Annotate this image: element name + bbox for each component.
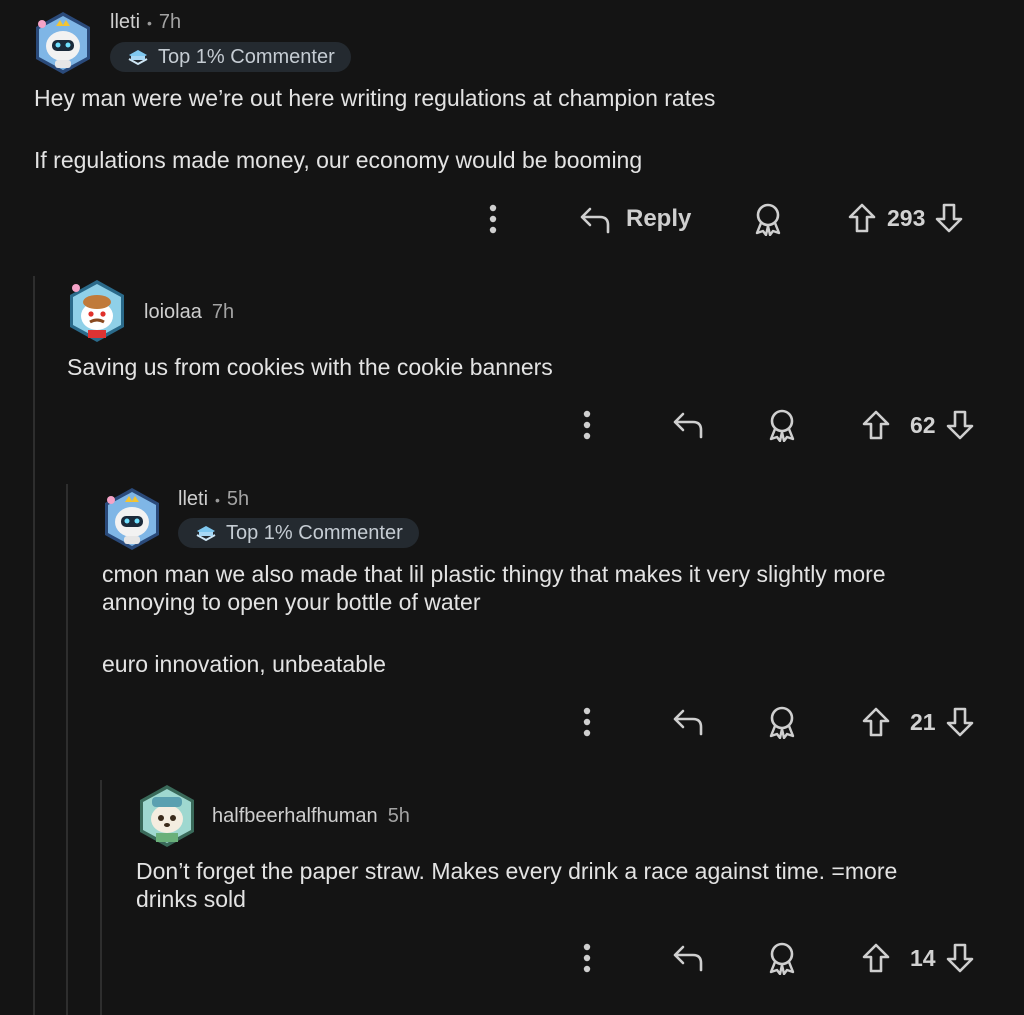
vote-controls: 21	[860, 706, 976, 738]
reply-button[interactable]	[671, 409, 705, 439]
vertical-dots-icon	[583, 943, 591, 973]
comment-body: Don’t forget the paper straw. Makes ever…	[136, 857, 996, 913]
vote-count: 14	[910, 944, 936, 971]
avatar[interactable]	[99, 486, 165, 552]
upvote-arrow-icon[interactable]	[860, 409, 892, 441]
downvote-arrow-icon[interactable]	[944, 706, 976, 738]
author-name[interactable]: lleti	[110, 11, 140, 34]
vote-count: 62	[910, 411, 936, 438]
flair-icon	[196, 526, 216, 542]
comment-paragraph: cmon man we also made that lil plastic t…	[102, 561, 886, 615]
timestamp: 5h	[226, 488, 250, 510]
comment-paragraph: Saving us from cookies with the cookie b…	[67, 354, 553, 380]
author-name[interactable]: lleti	[178, 488, 208, 511]
thread-line-1[interactable]	[33, 276, 35, 1015]
thread-line-3[interactable]	[100, 780, 102, 1015]
comment-body: Saving us from cookies with the cookie b…	[67, 353, 987, 381]
comment-paragraph: If regulations made money, our economy w…	[34, 147, 643, 173]
downvote-arrow-icon[interactable]	[933, 202, 965, 234]
more-options-button[interactable]	[576, 409, 598, 441]
reply-label: Reply	[626, 205, 692, 232]
reply-button[interactable]	[671, 706, 705, 736]
vertical-dots-icon	[583, 707, 591, 737]
user-flair: Top 1% Commenter	[178, 518, 419, 548]
vote-count: 21	[910, 708, 936, 735]
vote-controls: 293	[846, 202, 965, 234]
reply-button[interactable]: Reply	[578, 202, 691, 236]
award-button[interactable]	[766, 408, 798, 442]
thread-line-2[interactable]	[66, 484, 68, 1015]
reply-arrow-icon	[673, 709, 703, 736]
vertical-dots-icon	[583, 410, 591, 440]
avatar[interactable]	[30, 10, 96, 76]
timestamp: 5h	[387, 805, 410, 827]
award-button[interactable]	[752, 202, 784, 236]
comment-meta: loiolaa 7h	[144, 301, 234, 324]
downvote-arrow-icon[interactable]	[944, 409, 976, 441]
award-button[interactable]	[766, 705, 798, 739]
vote-controls: 14	[860, 942, 976, 974]
author-name[interactable]: loiolaa	[144, 301, 202, 324]
avatar[interactable]	[134, 783, 200, 849]
reply-arrow-icon	[580, 207, 610, 234]
vertical-dots-icon	[489, 204, 497, 234]
comment-meta: lleti • 7h	[110, 11, 181, 34]
comment-meta: lleti • 5h	[178, 488, 249, 511]
downvote-arrow-icon[interactable]	[944, 942, 976, 974]
reply-arrow-icon	[673, 945, 703, 972]
award-icon	[769, 942, 795, 975]
comment-meta: halfbeerhalfhuman 5h	[212, 805, 410, 828]
reply-button[interactable]	[671, 942, 705, 972]
author-name[interactable]: halfbeerhalfhuman	[212, 805, 378, 828]
comment-paragraph: Don’t forget the paper straw. Makes ever…	[136, 858, 898, 912]
flair-label: Top 1% Commenter	[226, 521, 403, 544]
award-button[interactable]	[766, 941, 798, 975]
reply-arrow-icon	[673, 412, 703, 439]
comment-body: Hey man were we’re out here writing regu…	[34, 84, 994, 174]
more-options-button[interactable]	[576, 706, 598, 738]
award-icon	[769, 706, 795, 739]
comment-paragraph: euro innovation, unbeatable	[102, 651, 386, 677]
flair-icon	[128, 50, 148, 66]
vote-controls: 62	[860, 409, 976, 441]
separator-dot: •	[147, 14, 152, 31]
upvote-arrow-icon[interactable]	[846, 202, 878, 234]
comment-body: cmon man we also made that lil plastic t…	[102, 560, 1002, 678]
avatar[interactable]	[64, 278, 130, 344]
more-options-button[interactable]	[482, 203, 504, 235]
upvote-arrow-icon[interactable]	[860, 706, 892, 738]
user-flair: Top 1% Commenter	[110, 42, 351, 72]
timestamp: 7h	[158, 11, 182, 33]
separator-dot: •	[215, 491, 220, 508]
vote-count: 293	[887, 204, 926, 231]
timestamp: 7h	[211, 301, 235, 323]
award-icon	[769, 409, 795, 442]
award-icon	[755, 203, 781, 236]
more-options-button[interactable]	[576, 942, 598, 974]
upvote-arrow-icon[interactable]	[860, 942, 892, 974]
flair-label: Top 1% Commenter	[158, 45, 335, 68]
comment-paragraph: Hey man were we’re out here writing regu…	[34, 85, 716, 111]
